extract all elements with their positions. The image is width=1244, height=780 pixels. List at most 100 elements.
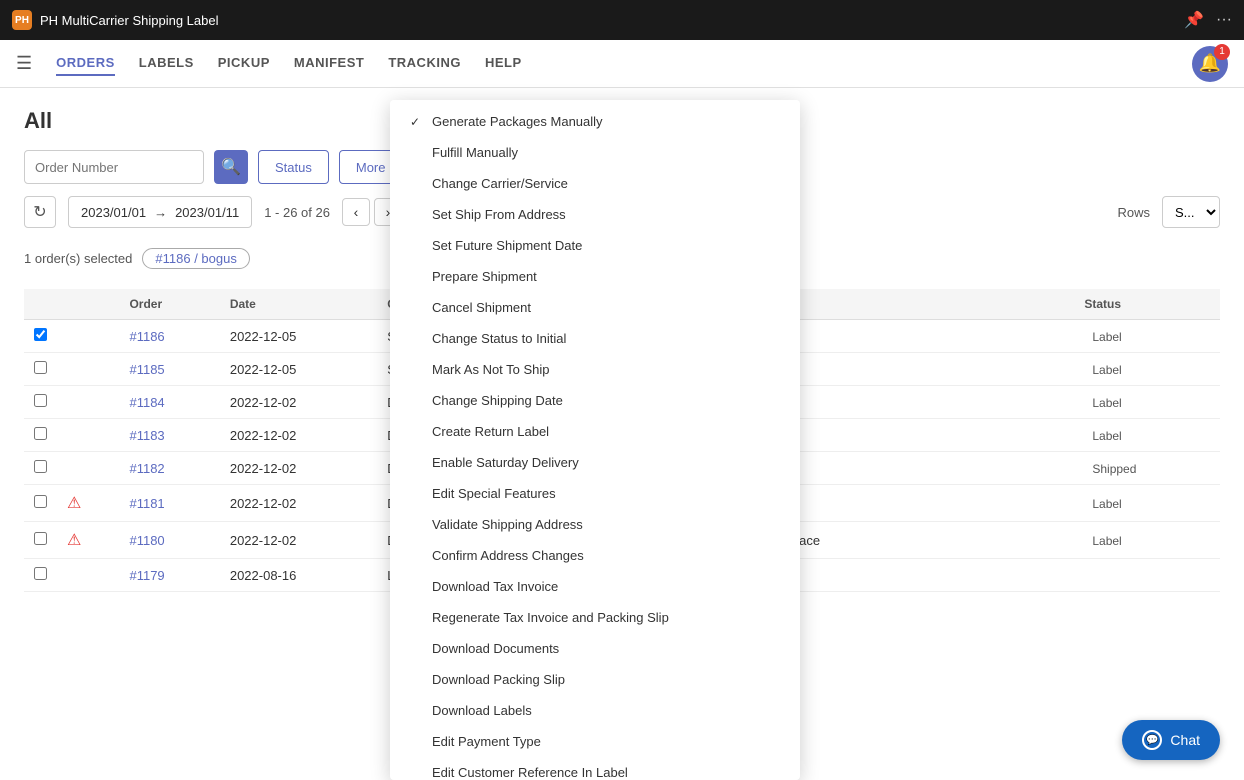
row-checkbox[interactable] <box>24 522 57 559</box>
dropdown-item-create-return-label[interactable]: Create Return Label <box>390 416 800 447</box>
col-checkbox <box>24 289 57 320</box>
row-checkbox[interactable] <box>24 386 57 419</box>
row-date: 2022-12-05 <box>220 353 377 386</box>
app-title: PH MultiCarrier Shipping Label <box>40 13 218 28</box>
app-icon: PH <box>12 10 32 30</box>
row-date: 2022-12-02 <box>220 419 377 452</box>
row-alert <box>57 452 119 485</box>
dropdown-item-download-tax-invoice[interactable]: Download Tax Invoice <box>390 571 800 602</box>
title-bar: PH PH MultiCarrier Shipping Label 📌 ··· <box>0 0 1244 40</box>
pagination-info: 1 - 26 of 26 <box>264 205 330 220</box>
pin-icon[interactable]: 📌 <box>1184 10 1204 30</box>
order-number-input[interactable] <box>24 150 204 184</box>
chat-button[interactable]: 💬 Chat <box>1122 720 1220 760</box>
row-checkbox[interactable] <box>24 353 57 386</box>
status-button[interactable]: Status <box>258 150 329 184</box>
row-status: Label <box>1074 353 1220 386</box>
row-date: 2022-12-05 <box>220 320 377 353</box>
dropdown-item-set-future-shipment[interactable]: Set Future Shipment Date <box>390 230 800 261</box>
dropdown-item-set-ship-from[interactable]: Set Ship From Address <box>390 199 800 230</box>
row-order[interactable]: #1182 <box>119 452 219 485</box>
dropdown-item-edit-special-features[interactable]: Edit Special Features <box>390 478 800 509</box>
row-status <box>1074 559 1220 592</box>
row-alert <box>57 386 119 419</box>
row-checkbox[interactable] <box>24 559 57 592</box>
row-checkbox[interactable] <box>24 452 57 485</box>
dropdown-item-prepare-shipment[interactable]: Prepare Shipment <box>390 261 800 292</box>
check-icon: ✓ <box>410 115 424 129</box>
nav-tracking[interactable]: TRACKING <box>388 51 461 76</box>
row-order[interactable]: #1185 <box>119 353 219 386</box>
chat-icon: 💬 <box>1142 730 1162 750</box>
alert-icon: ⚠ <box>67 532 81 549</box>
context-dropdown: ✓ Generate Packages Manually Fulfill Man… <box>390 100 800 780</box>
date-range[interactable]: 2023/01/01 → 2023/01/11 <box>68 196 252 228</box>
search-button[interactable]: 🔍 <box>214 150 248 184</box>
row-status: Label <box>1074 485 1220 522</box>
date-to: 2023/01/11 <box>175 205 239 220</box>
dropdown-item-download-packing-slip[interactable]: Download Packing Slip <box>390 664 800 695</box>
notification-bell[interactable]: 🔔 1 <box>1192 46 1228 82</box>
dropdown-item-confirm-address[interactable]: Confirm Address Changes <box>390 540 800 571</box>
dropdown-item-change-status-initial[interactable]: Change Status to Initial <box>390 323 800 354</box>
row-alert <box>57 559 119 592</box>
col-status: Status <box>1074 289 1220 320</box>
row-checkbox[interactable] <box>24 419 57 452</box>
dropdown-item-cancel-shipment[interactable]: Cancel Shipment <box>390 292 800 323</box>
refresh-button[interactable]: ↻ <box>24 196 56 228</box>
dropdown-item-mark-not-ship[interactable]: Mark As Not To Ship <box>390 354 800 385</box>
alert-icon: ⚠ <box>67 495 81 512</box>
col-order: Order <box>119 289 219 320</box>
row-date: 2022-12-02 <box>220 522 377 559</box>
row-alert: ⚠ <box>57 522 119 559</box>
dropdown-item-fulfill-manually[interactable]: Fulfill Manually <box>390 137 800 168</box>
title-bar-right: 📌 ··· <box>1184 10 1232 30</box>
row-status: Label <box>1074 522 1220 559</box>
date-from: 2023/01/01 <box>81 205 146 220</box>
row-order[interactable]: #1179 <box>119 559 219 592</box>
dropdown-item-download-documents[interactable]: Download Documents <box>390 633 800 664</box>
row-date: 2022-12-02 <box>220 386 377 419</box>
dropdown-item-edit-payment-type[interactable]: Edit Payment Type <box>390 726 800 757</box>
col-alert <box>57 289 119 320</box>
dropdown-item-validate-shipping[interactable]: Validate Shipping Address <box>390 509 800 540</box>
nav-bar: ☰ ORDERS LABELS PICKUP MANIFEST TRACKING… <box>0 40 1244 88</box>
row-checkbox[interactable] <box>24 320 57 353</box>
row-status: Label <box>1074 419 1220 452</box>
prev-page-button[interactable]: ‹ <box>342 198 370 226</box>
more-icon[interactable]: ··· <box>1216 11 1232 29</box>
col-date: Date <box>220 289 377 320</box>
title-bar-left: PH PH MultiCarrier Shipping Label <box>12 10 218 30</box>
row-date: 2022-08-16 <box>220 559 377 592</box>
nav-right: 🔔 1 <box>1192 46 1228 82</box>
arrow-icon: → <box>154 205 167 220</box>
rows-label: Rows <box>1117 205 1150 220</box>
dropdown-item-generate-packages[interactable]: ✓ Generate Packages Manually <box>390 106 800 137</box>
chat-label: Chat <box>1170 732 1200 748</box>
dropdown-item-download-labels[interactable]: Download Labels <box>390 695 800 726</box>
row-order[interactable]: #1184 <box>119 386 219 419</box>
nav-help[interactable]: HELP <box>485 51 522 76</box>
row-order[interactable]: #1186 <box>119 320 219 353</box>
dropdown-item-change-shipping-date[interactable]: Change Shipping Date <box>390 385 800 416</box>
dropdown-item-change-carrier[interactable]: Change Carrier/Service <box>390 168 800 199</box>
rows-select[interactable]: S... <box>1162 196 1220 228</box>
nav-manifest[interactable]: MANIFEST <box>294 51 364 76</box>
row-alert <box>57 320 119 353</box>
row-order[interactable]: #1183 <box>119 419 219 452</box>
row-order[interactable]: #1181 <box>119 485 219 522</box>
dropdown-item-edit-customer-ref[interactable]: Edit Customer Reference In Label <box>390 757 800 780</box>
row-checkbox[interactable] <box>24 485 57 522</box>
nav-pickup[interactable]: PICKUP <box>218 51 270 76</box>
nav-orders[interactable]: ORDERS <box>56 51 115 76</box>
row-status: Label <box>1074 386 1220 419</box>
row-status: Label <box>1074 320 1220 353</box>
nav-labels[interactable]: LABELS <box>139 51 194 76</box>
dropdown-item-regenerate-tax[interactable]: Regenerate Tax Invoice and Packing Slip <box>390 602 800 633</box>
selected-text: 1 order(s) selected <box>24 251 132 266</box>
row-order[interactable]: #1180 <box>119 522 219 559</box>
hamburger-icon[interactable]: ☰ <box>16 53 32 74</box>
selected-tag[interactable]: #1186 / bogus <box>142 248 249 269</box>
row-alert <box>57 353 119 386</box>
dropdown-item-enable-saturday[interactable]: Enable Saturday Delivery <box>390 447 800 478</box>
